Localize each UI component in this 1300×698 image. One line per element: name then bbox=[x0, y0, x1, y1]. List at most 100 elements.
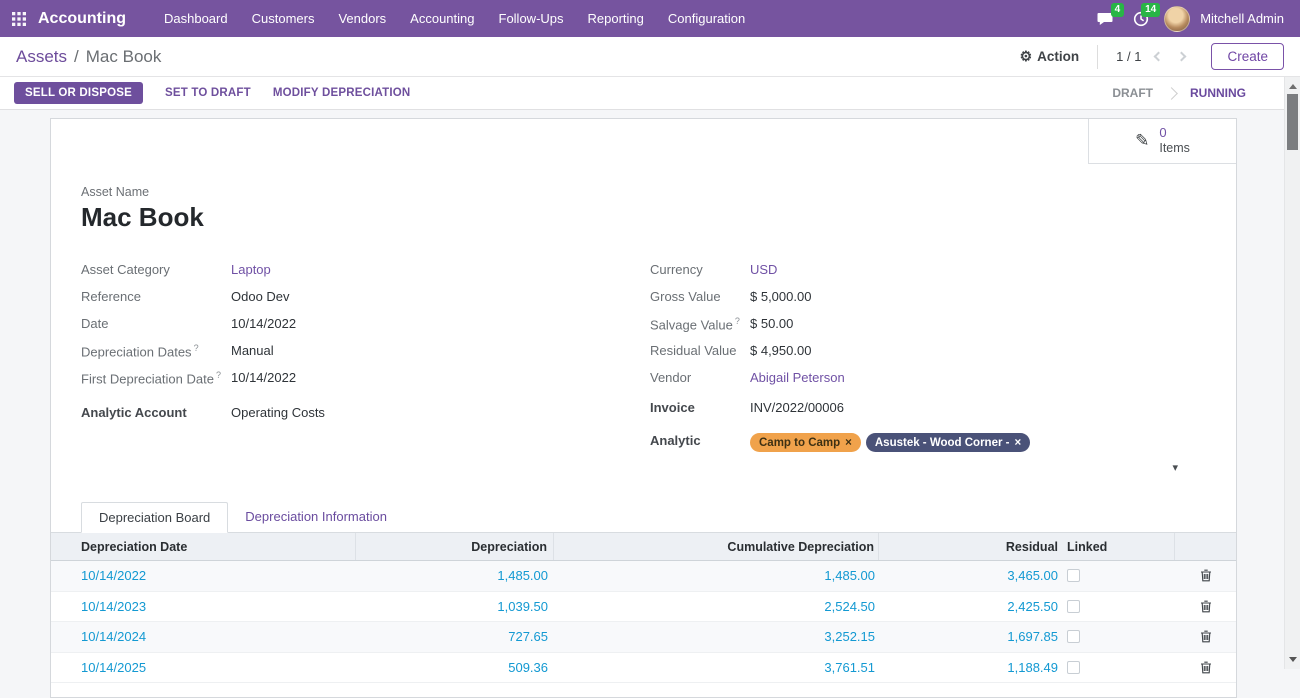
cell-cumulative[interactable]: 3,252.15 bbox=[554, 622, 879, 652]
field-gross-value: Gross Value $ 5,000.00 bbox=[650, 284, 1206, 311]
activities-clock-icon[interactable]: 14 bbox=[1128, 7, 1154, 31]
field-first-depreciation-date: First Depreciation Date? 10/14/2022 bbox=[81, 365, 637, 392]
scroll-down-icon[interactable] bbox=[1289, 657, 1297, 662]
items-stat-button[interactable]: ✎ 0 Items bbox=[1088, 119, 1236, 164]
tab-depreciation-information[interactable]: Depreciation Information bbox=[228, 502, 404, 532]
messages-icon[interactable]: 4 bbox=[1092, 7, 1118, 31]
menu-vendors[interactable]: Vendors bbox=[326, 0, 398, 37]
analytic-account-value[interactable]: Operating Costs bbox=[231, 405, 325, 420]
table-row[interactable]: 10/14/2022 1,485.00 1,485.00 3,465.00 bbox=[51, 561, 1236, 592]
menu-customers[interactable]: Customers bbox=[240, 0, 327, 37]
tag-asustek-wood-corner[interactable]: Asustek - Wood Corner - × bbox=[866, 433, 1030, 452]
vertical-scrollbar[interactable] bbox=[1284, 77, 1300, 669]
menu-dashboard[interactable]: Dashboard bbox=[152, 0, 240, 37]
state-draft[interactable]: DRAFT bbox=[1098, 86, 1167, 100]
delete-row-button[interactable] bbox=[1198, 659, 1214, 676]
menu-configuration[interactable]: Configuration bbox=[656, 0, 757, 37]
field-label: Reference bbox=[81, 289, 231, 304]
cell-residual[interactable]: 1,188.49 bbox=[879, 653, 1060, 683]
menu-reporting[interactable]: Reporting bbox=[576, 0, 656, 37]
delete-row-button[interactable] bbox=[1198, 628, 1214, 645]
tag-camp-to-camp[interactable]: Camp to Camp × bbox=[750, 433, 861, 452]
pencil-icon: ✎ bbox=[1135, 131, 1149, 151]
column-cumulative-depreciation[interactable]: Cumulative Depreciation bbox=[554, 533, 879, 560]
linked-checkbox[interactable] bbox=[1067, 661, 1080, 674]
cell-date[interactable]: 10/14/2025 bbox=[51, 653, 356, 683]
cell-date[interactable]: 10/14/2024 bbox=[51, 622, 356, 652]
user-name[interactable]: Mitchell Admin bbox=[1200, 11, 1284, 26]
field-residual-value: Residual Value $ 4,950.00 bbox=[650, 338, 1206, 365]
action-label: Action bbox=[1037, 49, 1079, 64]
field-label: Analytic bbox=[650, 433, 750, 448]
field-currency: Currency USD bbox=[650, 257, 1206, 284]
pager-next-icon[interactable] bbox=[1177, 52, 1187, 62]
column-depreciation[interactable]: Depreciation bbox=[356, 533, 554, 560]
delete-row-button[interactable] bbox=[1198, 598, 1214, 615]
field-label: Depreciation Dates? bbox=[81, 343, 231, 359]
column-residual[interactable]: Residual bbox=[879, 533, 1060, 560]
cell-cumulative[interactable]: 1,485.00 bbox=[554, 561, 879, 591]
help-icon: ? bbox=[194, 343, 199, 353]
column-linked[interactable]: Linked bbox=[1060, 533, 1175, 560]
scroll-up-icon[interactable] bbox=[1289, 84, 1297, 89]
cell-cumulative[interactable]: 2,524.50 bbox=[554, 592, 879, 622]
pager-previous-icon[interactable] bbox=[1154, 52, 1164, 62]
app-name[interactable]: Accounting bbox=[38, 10, 126, 28]
table-row[interactable]: 10/14/2024 727.65 3,252.15 1,697.85 bbox=[51, 622, 1236, 653]
create-button[interactable]: Create bbox=[1211, 43, 1284, 70]
cell-residual[interactable]: 1,697.85 bbox=[879, 622, 1060, 652]
modify-depreciation-button[interactable]: MODIFY DEPRECIATION bbox=[273, 87, 411, 99]
sell-or-dispose-button[interactable]: SELL OR DISPOSE bbox=[14, 82, 143, 104]
items-label: Items bbox=[1159, 141, 1190, 155]
vendor-link[interactable]: Abigail Peterson bbox=[750, 370, 845, 385]
linked-checkbox[interactable] bbox=[1067, 630, 1080, 643]
cell-depreciation[interactable]: 509.36 bbox=[356, 653, 554, 683]
set-to-draft-button[interactable]: SET TO DRAFT bbox=[165, 87, 251, 99]
table-row[interactable]: 10/14/2023 1,039.50 2,524.50 2,425.50 bbox=[51, 592, 1236, 623]
asset-category-link[interactable]: Laptop bbox=[231, 262, 271, 277]
cell-depreciation[interactable]: 1,485.00 bbox=[356, 561, 554, 591]
breadcrumb-separator: / bbox=[74, 47, 79, 67]
apps-grid-icon[interactable] bbox=[12, 12, 26, 26]
tag-remove-icon[interactable]: × bbox=[1014, 437, 1021, 449]
reference-value[interactable]: Odoo Dev bbox=[231, 289, 290, 304]
cell-residual[interactable]: 2,425.50 bbox=[879, 592, 1060, 622]
menu-follow-ups[interactable]: Follow-Ups bbox=[487, 0, 576, 37]
scrollbar-thumb[interactable] bbox=[1287, 94, 1298, 150]
first-depreciation-date-value[interactable]: 10/14/2022 bbox=[231, 370, 296, 385]
field-label: Asset Category bbox=[81, 262, 231, 277]
pager-value: 1 / 1 bbox=[1116, 49, 1141, 64]
cell-residual[interactable]: 3,465.00 bbox=[879, 561, 1060, 591]
gross-value[interactable]: $ 5,000.00 bbox=[750, 289, 811, 304]
tag-remove-icon[interactable]: × bbox=[845, 437, 852, 449]
delete-row-button[interactable] bbox=[1198, 567, 1214, 584]
field-invoice: Invoice INV/2022/00006 bbox=[650, 395, 1206, 422]
state-running[interactable]: RUNNING bbox=[1176, 86, 1260, 100]
column-depreciation-date[interactable]: Depreciation Date bbox=[51, 533, 356, 560]
linked-checkbox[interactable] bbox=[1067, 600, 1080, 613]
cell-depreciation[interactable]: 727.65 bbox=[356, 622, 554, 652]
field-date: Date 10/14/2022 bbox=[81, 311, 637, 338]
field-label: Vendor bbox=[650, 370, 750, 385]
asset-name-value[interactable]: Mac Book bbox=[81, 202, 1206, 233]
action-menu-button[interactable]: ⚙ Action bbox=[1020, 48, 1080, 65]
cell-date[interactable]: 10/14/2022 bbox=[51, 561, 356, 591]
breadcrumb-assets-link[interactable]: Assets bbox=[16, 47, 67, 67]
menu-accounting[interactable]: Accounting bbox=[398, 0, 486, 37]
residual-value[interactable]: $ 4,950.00 bbox=[750, 343, 811, 358]
table-row[interactable]: 10/14/2025 509.36 3,761.51 1,188.49 bbox=[51, 653, 1236, 684]
linked-checkbox[interactable] bbox=[1067, 569, 1080, 582]
depreciation-dates-value[interactable]: Manual bbox=[231, 343, 274, 358]
chevron-down-icon[interactable]: ▾ bbox=[1172, 462, 1178, 474]
cell-depreciation[interactable]: 1,039.50 bbox=[356, 592, 554, 622]
help-icon: ? bbox=[735, 316, 740, 326]
salvage-value[interactable]: $ 50.00 bbox=[750, 316, 793, 331]
cell-date[interactable]: 10/14/2023 bbox=[51, 592, 356, 622]
field-label: Analytic Account bbox=[81, 405, 231, 420]
user-avatar[interactable] bbox=[1164, 6, 1190, 32]
invoice-value[interactable]: INV/2022/00006 bbox=[750, 400, 844, 415]
date-value[interactable]: 10/14/2022 bbox=[231, 316, 296, 331]
cell-cumulative[interactable]: 3,761.51 bbox=[554, 653, 879, 683]
currency-link[interactable]: USD bbox=[750, 262, 777, 277]
tab-depreciation-board[interactable]: Depreciation Board bbox=[81, 502, 228, 533]
